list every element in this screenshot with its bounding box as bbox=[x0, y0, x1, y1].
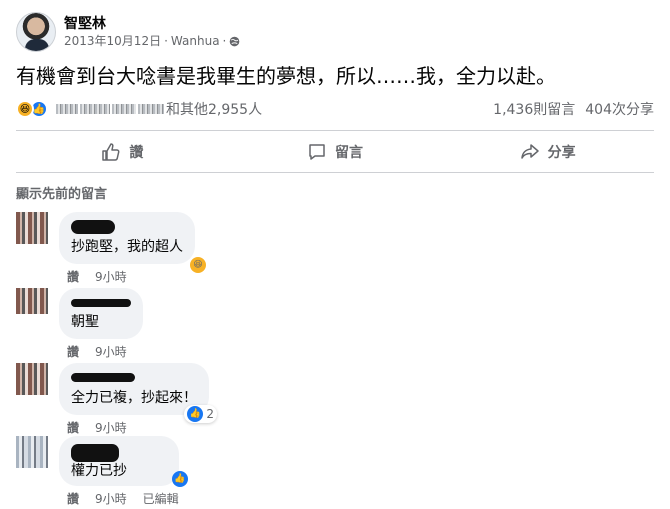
show-previous-comments[interactable]: 顯示先前的留言 bbox=[16, 183, 107, 202]
divider bbox=[16, 172, 654, 173]
like-label: 讚 bbox=[129, 145, 144, 161]
comment-like-button[interactable]: 讚 bbox=[67, 343, 79, 360]
shares-count[interactable]: 404次分享 bbox=[585, 99, 654, 119]
comment-time[interactable]: 9小時 bbox=[95, 343, 127, 360]
commenter-name-redacted[interactable] bbox=[71, 220, 115, 234]
like-reaction-icon: 👍 bbox=[187, 406, 204, 422]
share-arrow-icon bbox=[520, 144, 539, 159]
share-label: 分享 bbox=[547, 145, 576, 161]
comments-count[interactable]: 1,436則留言 bbox=[493, 99, 575, 119]
comment-meta: 讚 9小時 已編輯 bbox=[67, 490, 179, 507]
blurred-name bbox=[80, 104, 110, 114]
action-bar: 讚 留言 分享 bbox=[16, 134, 654, 170]
meta-separator: · bbox=[164, 34, 168, 48]
comment-reactions[interactable]: 👍 bbox=[169, 470, 191, 488]
globe-icon[interactable] bbox=[229, 36, 240, 47]
post-location[interactable]: Wanhua bbox=[171, 33, 220, 49]
commenter-name-redacted[interactable] bbox=[71, 373, 135, 382]
comment-icon bbox=[309, 144, 325, 160]
author-avatar[interactable] bbox=[16, 12, 56, 52]
comment: 全力已複，抄起來！ 👍 2 讚 9小時 bbox=[16, 363, 654, 436]
author-name[interactable]: 智堅林 bbox=[64, 15, 240, 33]
post-header: 智堅林 2013年10月12日 · Wanhua · bbox=[16, 10, 240, 54]
haha-reaction-icon: 😆 bbox=[190, 257, 206, 273]
commenter-name-redacted[interactable] bbox=[71, 299, 131, 307]
divider bbox=[16, 130, 654, 131]
thumbs-up-icon bbox=[102, 143, 120, 161]
comment: 朝聖 讚 9小時 bbox=[16, 288, 654, 360]
commenter-avatar[interactable] bbox=[16, 363, 48, 395]
engagement-counts: 1,436則留言 404次分享 bbox=[493, 99, 654, 119]
comment: 抄跑堅，我的超人 😆 讚 9小時 bbox=[16, 212, 654, 285]
comment-button[interactable]: 留言 bbox=[229, 134, 442, 170]
header-text: 智堅林 2013年10月12日 · Wanhua · bbox=[64, 15, 240, 49]
meta-separator: · bbox=[222, 34, 227, 48]
haha-reaction-icon[interactable]: 😆 bbox=[16, 100, 34, 118]
like-button[interactable]: 讚 bbox=[16, 134, 229, 170]
comment-like-button[interactable]: 讚 bbox=[67, 490, 79, 507]
comment-label: 留言 bbox=[335, 145, 363, 161]
comment-reactions[interactable]: 👍 2 bbox=[184, 405, 217, 423]
blurred-name bbox=[56, 104, 78, 114]
comment-edited-label[interactable]: 已編輯 bbox=[143, 490, 179, 507]
share-button[interactable]: 分享 bbox=[441, 134, 654, 170]
post-meta: 2013年10月12日 · Wanhua · bbox=[64, 33, 240, 49]
comment-time[interactable]: 9小時 bbox=[95, 490, 127, 507]
reaction-icons[interactable]: 😆 👍 bbox=[16, 100, 48, 118]
comment-like-button[interactable]: 讚 bbox=[67, 419, 79, 436]
comment-text: 朝聖 bbox=[71, 314, 99, 330]
comment-reaction-count: 2 bbox=[206, 407, 214, 421]
blurred-name bbox=[138, 104, 164, 114]
comment-reactions[interactable]: 😆 bbox=[187, 256, 209, 274]
reactions-summary: 😆 👍 和其他2,955人 1,436則留言 404次分享 bbox=[16, 98, 654, 120]
blurred-name bbox=[112, 104, 136, 114]
comment-bubble: 抄跑堅，我的超人 😆 bbox=[59, 212, 206, 273]
commenter-avatar[interactable] bbox=[16, 212, 48, 244]
commenter-avatar[interactable] bbox=[16, 288, 48, 314]
comment-meta: 讚 9小時 bbox=[67, 343, 143, 360]
like-reaction-icon: 👍 bbox=[171, 471, 188, 487]
comment-body: 抄跑堅，我的超人 😆 讚 9小時 bbox=[59, 212, 206, 285]
comment-time[interactable]: 9小時 bbox=[95, 419, 127, 436]
comment-meta: 讚 9小時 bbox=[67, 268, 195, 285]
comment-text: 權力已抄 bbox=[71, 463, 127, 479]
commenter-avatar[interactable] bbox=[16, 436, 48, 468]
comment-body: 權力已抄 👍 讚 9小時 已編輯 bbox=[59, 436, 188, 507]
comment-bubble: 權力已抄 👍 bbox=[59, 436, 188, 487]
comment: 權力已抄 👍 讚 9小時 已編輯 bbox=[16, 436, 654, 507]
comment-bubble: 全力已複，抄起來！ 👍 2 bbox=[59, 363, 217, 423]
comment-time[interactable]: 9小時 bbox=[95, 268, 127, 285]
comment-text: 全力已複，抄起來！ bbox=[71, 390, 197, 406]
reaction-count-text[interactable]: 和其他2,955人 bbox=[166, 99, 262, 119]
post-text: 有機會到台大唸書是我畢生的夢想，所以……我，全力以赴。 bbox=[16, 64, 556, 88]
post-date[interactable]: 2013年10月12日 bbox=[64, 33, 161, 49]
comment-like-button[interactable]: 讚 bbox=[67, 268, 79, 285]
comment-bubble: 朝聖 bbox=[59, 288, 143, 339]
comment-body: 朝聖 讚 9小時 bbox=[59, 288, 143, 360]
commenter-name-redacted[interactable] bbox=[71, 444, 119, 462]
blurred-reactor-names[interactable] bbox=[56, 104, 164, 114]
comment-text: 抄跑堅，我的超人 bbox=[71, 239, 183, 255]
comment-body: 全力已複，抄起來！ 👍 2 讚 9小時 bbox=[59, 363, 217, 436]
